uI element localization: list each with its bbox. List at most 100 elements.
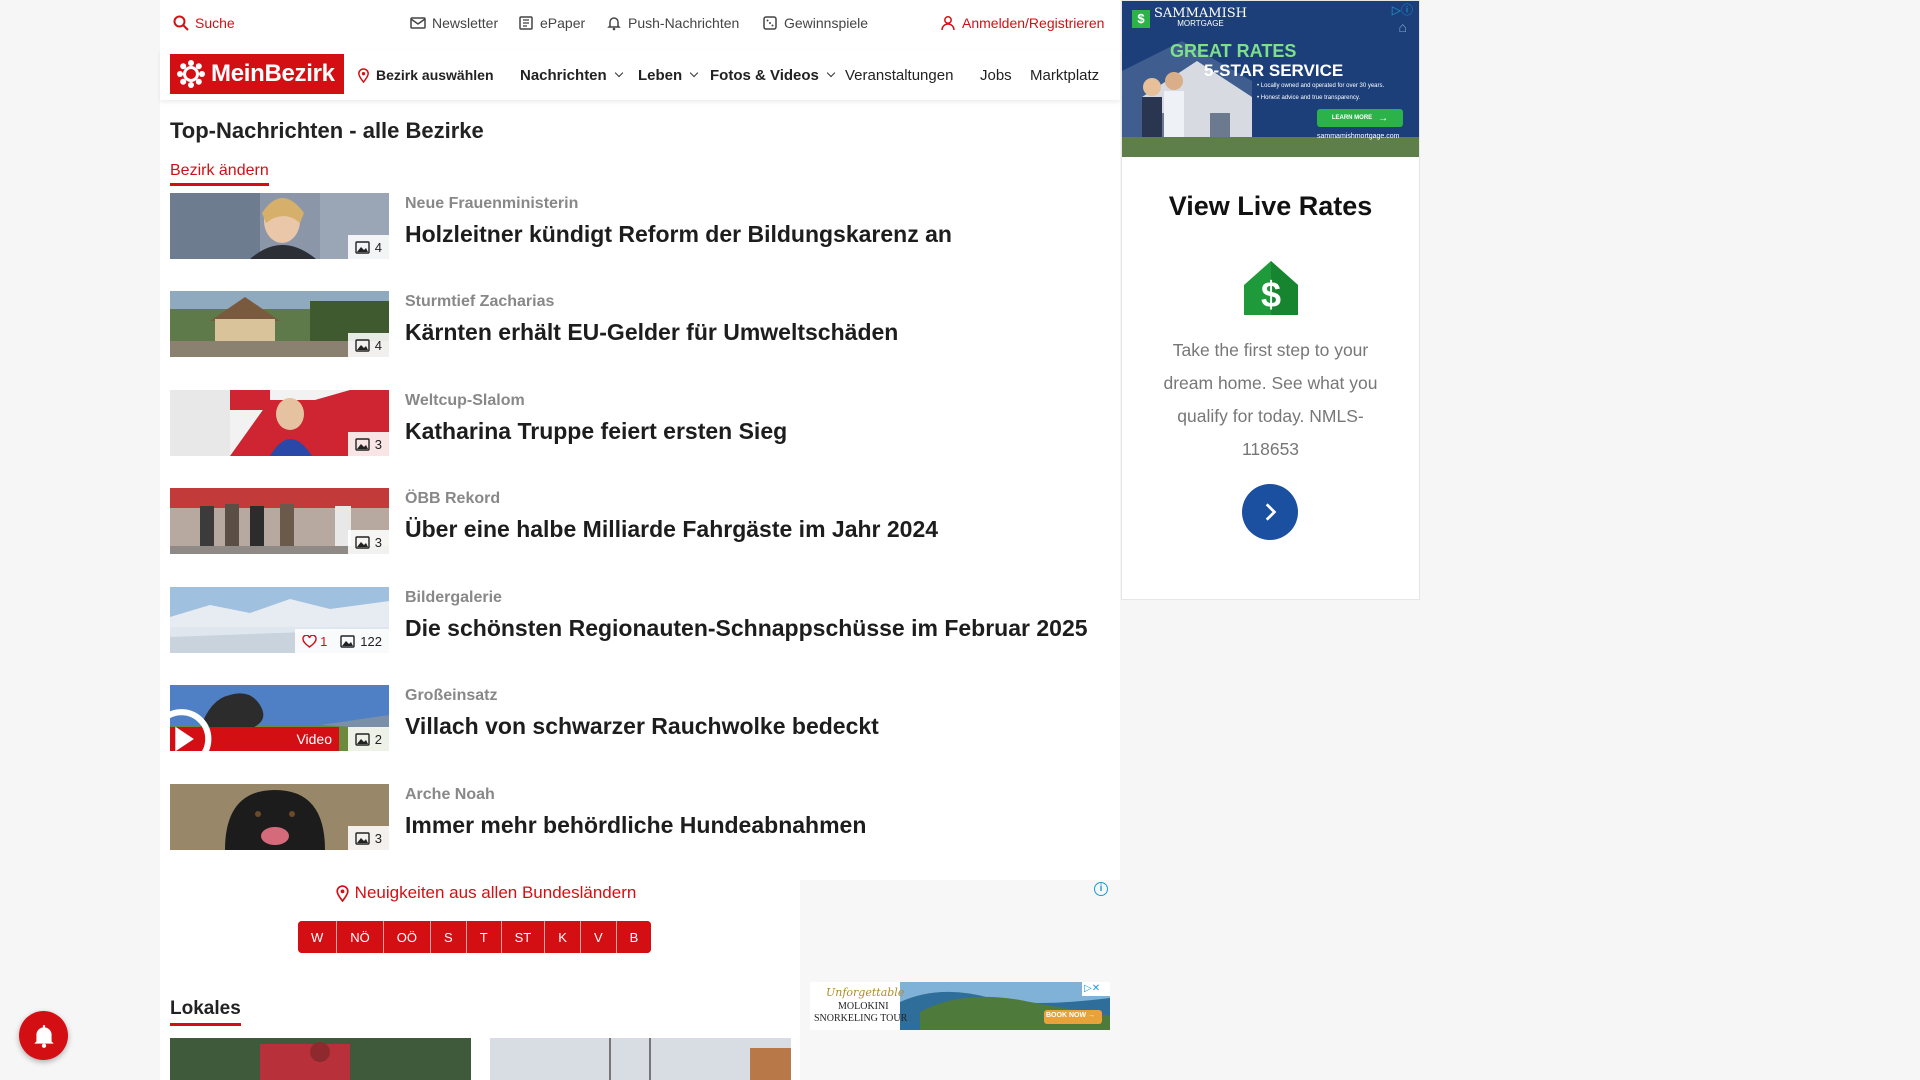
logo-text: MeinBezirk <box>211 60 335 87</box>
ad-play-icon[interactable]: ▷ⓘ <box>1392 1 1413 18</box>
gallery-icon <box>355 831 370 845</box>
region-button-noe[interactable]: NÖ <box>337 921 384 953</box>
region-button-v[interactable]: V <box>580 921 617 953</box>
article-item[interactable]: Video 2 Großeinsatz Villach von schwarze… <box>170 685 1110 753</box>
games-link[interactable]: Gewinnspiele <box>762 12 868 34</box>
ad-house-logo-icon: ⌂ <box>1398 19 1407 35</box>
ad-url: sammamishmortgage.com <box>1317 133 1400 140</box>
article-title[interactable]: Die schönsten Regionauten-Schnappschüsse… <box>405 615 1088 642</box>
epaper-label: ePaper <box>540 15 586 31</box>
photo-count: 3 <box>374 436 382 452</box>
article-item[interactable]: 4 Sturmtief Zacharias Kärnten erhält EU-… <box>170 291 1110 359</box>
region-button-k[interactable]: K <box>545 921 581 953</box>
photo-count: 122 <box>360 633 382 649</box>
nav-item-veranstaltungen[interactable]: Veranstaltungen <box>845 64 953 86</box>
change-district-link[interactable]: Bezirk ändern <box>170 162 269 186</box>
thumbnail-image <box>170 1038 471 1080</box>
ad-hero-image[interactable]: $ SAMMAMISH MORTGAGE ▷ⓘ ⌂ GREAT RATES 5-… <box>1122 1 1419 157</box>
ad-next-button[interactable] <box>1242 484 1298 540</box>
district-select[interactable]: Bezirk auswählen <box>356 64 494 86</box>
play-icon <box>170 709 212 751</box>
region-button-t[interactable]: T <box>466 921 502 953</box>
photo-count: 3 <box>374 534 382 550</box>
article-title[interactable]: Villach von schwarzer Rauchwolke bedeckt <box>405 713 879 740</box>
region-button-ooe[interactable]: OÖ <box>383 921 432 953</box>
article-thumbnail[interactable]: Video 2 <box>170 685 389 751</box>
newspaper-icon <box>519 16 533 30</box>
region-button-w[interactable]: W <box>298 921 338 953</box>
gallery-icon <box>340 634 355 648</box>
article-item[interactable]: 3 Weltcup-Slalom Katharina Truppe feiert… <box>170 390 1110 458</box>
dice-icon <box>763 16 777 30</box>
ad-learn-more-label: LEARN MORE <box>1331 115 1373 121</box>
site-logo[interactable]: MeinBezirk <box>170 54 344 94</box>
article-thumbnail[interactable]: 3 <box>170 390 389 456</box>
heart-icon <box>302 634 317 648</box>
search-link[interactable]: Suche <box>173 12 235 34</box>
region-button-b[interactable]: B <box>616 921 652 953</box>
regions-link[interactable]: Neuigkeiten aus allen Bundesländern <box>320 883 650 903</box>
advertisement-right[interactable]: $ SAMMAMISH MORTGAGE ▷ⓘ ⌂ GREAT RATES 5-… <box>1121 0 1420 600</box>
region-button-s[interactable]: S <box>431 921 467 953</box>
article-thumbnail[interactable]: 3 <box>170 784 389 850</box>
epaper-link[interactable]: ePaper <box>518 12 585 34</box>
article-item[interactable]: 4 Neue Frauenministerin Holzleitner künd… <box>170 193 1110 261</box>
push-notifications-link[interactable]: Push-Nachrichten <box>606 12 739 34</box>
nav-item-fotos-videos[interactable]: Fotos & Videos <box>710 64 836 86</box>
ad-line-2: SNORKELING TOUR <box>814 1013 908 1024</box>
ad-banner-molokini[interactable]: Unforgettable MOLOKINI SNORKELING TOUR B… <box>810 982 1110 1030</box>
ad-choices-icon[interactable]: ▷✕ <box>1084 983 1100 994</box>
photo-count: 4 <box>374 239 382 255</box>
video-badge: Video <box>170 709 339 751</box>
photo-count: 4 <box>374 337 382 353</box>
ad-brand-sub: MORTGAGE <box>1177 19 1224 28</box>
article-thumbnail[interactable]: 3 <box>170 488 389 554</box>
lokales-thumbnail[interactable] <box>170 1038 471 1080</box>
article-kicker: Arche Noah <box>405 786 495 803</box>
article-title[interactable]: Kärnten erhält EU-Gelder für Umweltschäd… <box>405 319 898 346</box>
photo-count-badge: 2 <box>347 727 389 751</box>
games-label: Gewinnspiele <box>784 15 869 31</box>
login-link[interactable]: Anmelden/Registrieren <box>940 12 1104 34</box>
district-label: Bezirk auswählen <box>376 67 494 83</box>
ad-learn-more-button[interactable]: LEARN MORE → <box>1317 109 1403 127</box>
utility-bar: Suche Newsletter ePaper Push-Nachrichten… <box>160 0 1120 46</box>
video-label: Video <box>296 731 332 747</box>
article-title[interactable]: Holzleitner kündigt Reform der Bildungsk… <box>405 221 952 248</box>
article-title[interactable]: Immer mehr behördliche Hundeabnahmen <box>405 812 866 839</box>
gallery-icon <box>355 338 370 352</box>
nav-item-jobs[interactable]: Jobs <box>980 64 1012 86</box>
ad-info-icon[interactable]: i <box>1094 882 1108 896</box>
nav-item-nachrichten[interactable]: Nachrichten <box>520 64 623 86</box>
search-icon <box>173 15 189 31</box>
article-thumbnail[interactable]: 4 <box>170 291 389 357</box>
section-title-lokales: Lokales <box>170 998 241 1026</box>
article-thumbnail[interactable]: 1 122 <box>170 587 389 653</box>
article-thumbnail[interactable]: 4 <box>170 193 389 259</box>
article-item[interactable]: 3 Arche Noah Immer mehr behördliche Hund… <box>170 784 1110 852</box>
article-title[interactable]: Über eine halbe Milliarde Fahrgäste im J… <box>405 516 938 543</box>
nav-item-leben[interactable]: Leben <box>638 64 699 86</box>
region-button-st[interactable]: ST <box>501 921 546 953</box>
lokales-thumbnail[interactable] <box>490 1038 791 1080</box>
newsletter-label: Newsletter <box>432 15 499 31</box>
article-item[interactable]: 3 ÖBB Rekord Über eine halbe Milliarde F… <box>170 488 1110 556</box>
nav-label: Marktplatz <box>1030 66 1100 84</box>
article-kicker: ÖBB Rekord <box>405 490 501 507</box>
notification-bell-button[interactable] <box>19 1011 68 1060</box>
gallery-icon <box>355 732 370 746</box>
article-item[interactable]: 1 122 Bildergalerie Die schönsten Region… <box>170 587 1110 655</box>
search-label: Suche <box>195 15 235 31</box>
photo-count-badge: 4 <box>347 235 389 259</box>
nav-label: Jobs <box>980 66 1012 84</box>
ad-brand-name: SAMMAMISH <box>1154 6 1247 21</box>
ad-line-1: MOLOKINI <box>838 1001 889 1012</box>
nav-item-marktplatz[interactable]: Marktplatz <box>1030 64 1099 86</box>
regions-label: Neuigkeiten aus allen Bundesländern <box>354 883 637 902</box>
nav-label: Nachrichten <box>520 66 607 84</box>
article-title[interactable]: Katharina Truppe feiert ersten Sieg <box>405 418 787 445</box>
arrow-right-icon: → <box>1378 112 1389 124</box>
newsletter-link[interactable]: Newsletter <box>410 12 498 34</box>
ad-title: View Live Rates <box>1168 191 1373 221</box>
ad-cta[interactable]: BOOK NOW → <box>1046 1012 1095 1019</box>
